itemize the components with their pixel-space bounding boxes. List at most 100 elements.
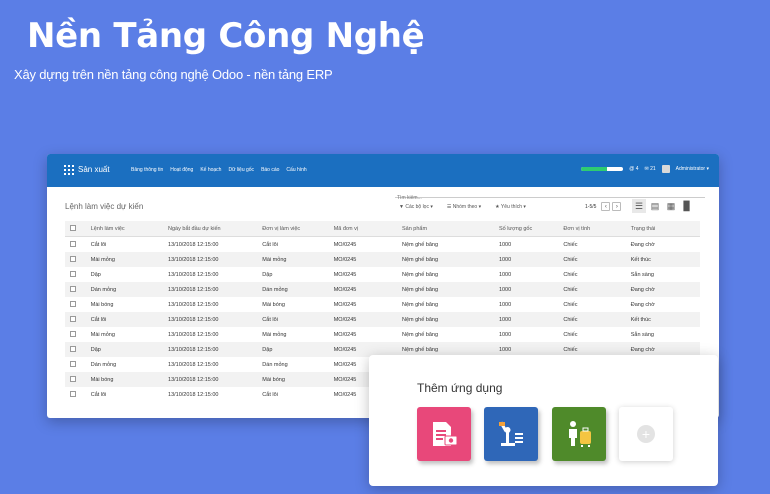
column-header[interactable]: Sản phẩm: [401, 221, 499, 237]
menu-item[interactable]: Dữ liệu gốc: [228, 167, 254, 173]
column-header[interactable]: Đơn vị làm việc: [262, 221, 334, 237]
table-cell: MO/0245: [333, 241, 357, 248]
list-view-icon[interactable]: ☰: [632, 199, 646, 213]
pager-value[interactable]: 1-5/5: [585, 204, 596, 210]
menu-item[interactable]: Báo cáo: [261, 167, 279, 173]
menu-item[interactable]: Hoạt động: [170, 167, 193, 173]
table-cell: MO/0245: [333, 271, 357, 278]
column-header[interactable]: Ngày bắt đầu dự kiến: [168, 221, 263, 237]
add-apps-title: Thêm ứng dụng: [417, 381, 503, 395]
table-cell: Cắt lõi: [262, 312, 334, 327]
table-row[interactable]: Cắt lõi 13/10/2018 12:15:00 Cắt lõi MO/0245…: [65, 237, 700, 253]
travel-app-tile[interactable]: [552, 407, 606, 461]
hero-title: Nền Tảng Công Nghệ: [27, 16, 425, 56]
grid-view-icon[interactable]: ▦: [664, 199, 678, 213]
robot-arm-icon: [499, 421, 523, 446]
app-brand[interactable]: Sản xuất: [78, 165, 110, 174]
group-by-dropdown[interactable]: ☰ Nhóm theo ▾: [447, 204, 481, 210]
notification-count[interactable]: @ 4: [629, 166, 638, 172]
invoice-app-tile[interactable]: [417, 407, 471, 461]
table-row[interactable]: Mài mỏng 13/10/2018 12:15:00 Mài mỏng MO/02…: [65, 327, 700, 342]
row-checkbox[interactable]: [65, 237, 91, 253]
progress-bar: [581, 167, 624, 171]
column-header[interactable]: Trạng thái: [630, 221, 700, 237]
table-cell: 13/10/2018 12:15:00: [168, 372, 263, 387]
table-row[interactable]: Dập 13/10/2018 12:15:00 Dập MO/0245 Nệm ghế …: [65, 267, 700, 282]
table-cell: Mài mỏng: [262, 252, 334, 267]
row-checkbox[interactable]: [65, 342, 91, 357]
table-cell: Cắt lõi: [90, 391, 107, 398]
row-checkbox[interactable]: [65, 357, 91, 372]
chart-view-icon[interactable]: ▉: [680, 199, 694, 213]
pager-prev-button[interactable]: ‹: [601, 202, 611, 211]
filters-dropdown[interactable]: ▼ Các bộ lọc ▾: [399, 204, 433, 210]
row-checkbox[interactable]: [65, 252, 91, 267]
avatar[interactable]: [661, 165, 670, 173]
table-row[interactable]: Mài bóng 13/10/2018 12:15:00 Mài bóng MO/02…: [65, 297, 700, 312]
table-cell: Kết thúc: [630, 312, 700, 327]
column-header[interactable]: Đơn vị tính: [563, 221, 631, 237]
table-cell: 13/10/2018 12:15:00: [168, 361, 219, 368]
table-cell: 13/10/2018 12:15:00: [168, 342, 263, 357]
view-switcher: ☰ ▤ ▦ ▉: [632, 199, 694, 213]
select-all-checkbox[interactable]: [65, 221, 91, 237]
table-cell: Nệm ghế băng: [401, 312, 499, 327]
table-cell: Dập: [262, 271, 273, 278]
menu-item[interactable]: Cấu hình: [286, 167, 306, 173]
table-cell: Nệm ghế băng: [401, 271, 439, 278]
column-header[interactable]: Lệnh làm việc: [90, 221, 169, 237]
pager-next-button[interactable]: ›: [612, 202, 622, 211]
table-cell: Mài mỏng: [262, 331, 287, 338]
table-cell: 13/10/2018 12:15:00: [168, 271, 219, 278]
user-menu[interactable]: Administrator ▾: [676, 166, 709, 172]
hero-subtitle: Xây dựng trên nền tảng công nghệ Odoo - …: [14, 67, 333, 82]
table-cell: Cắt lõi: [90, 312, 169, 327]
search-bar: [395, 186, 709, 201]
row-checkbox[interactable]: [65, 327, 91, 342]
row-checkbox[interactable]: [65, 312, 91, 327]
row-checkbox[interactable]: [65, 372, 91, 387]
table-cell: Nệm ghế băng: [401, 331, 439, 338]
table-cell: 13/10/2018 12:15:00: [168, 391, 219, 398]
main-menu: Bảng thông tin Hoạt động Kế hoạch Dữ liệu g…: [131, 167, 307, 173]
table-cell: 13/10/2018 12:15:00: [168, 301, 219, 308]
messages-count[interactable]: ✉ 21: [644, 166, 655, 172]
table-cell: 1000: [498, 312, 564, 327]
menu-item[interactable]: Kế hoạch: [200, 167, 221, 173]
column-header[interactable]: Mã đơn vị: [333, 221, 402, 237]
row-checkbox[interactable]: [65, 282, 91, 297]
manufacturing-app-tile[interactable]: [484, 407, 538, 461]
table-cell: Chiếc: [563, 271, 578, 278]
table-cell: Chiếc: [563, 282, 631, 297]
table-cell: Chiếc: [563, 312, 631, 327]
table-cell: 13/10/2018 12:15:00: [168, 252, 263, 267]
row-checkbox[interactable]: [65, 267, 91, 282]
table-cell: Đang chờ: [630, 241, 655, 248]
page-title: Lệnh làm việc dự kiến: [65, 202, 144, 211]
table-row[interactable]: Mài mỏng 13/10/2018 12:15:00 Mài mỏng MO/02…: [65, 252, 700, 267]
table-row[interactable]: Cắt lõi 13/10/2018 12:15:00 Cắt lõi MO/0245…: [65, 312, 700, 327]
table-cell: Cắt lõi: [262, 391, 278, 398]
row-checkbox[interactable]: [65, 387, 91, 402]
menu-item[interactable]: Bảng thông tin: [131, 167, 163, 173]
table-cell: Đang chờ: [630, 301, 655, 308]
add-app-tile[interactable]: +: [619, 407, 673, 461]
app-menu-icon[interactable]: [64, 165, 74, 175]
table-cell: MO/0245: [333, 252, 402, 267]
table-cell: 13/10/2018 12:15:00: [168, 312, 263, 327]
table-cell: Dán mỏng: [90, 282, 169, 297]
table-cell: Chiếc: [563, 241, 578, 248]
document-money-icon: [433, 422, 458, 446]
table-row[interactable]: Dán mỏng 13/10/2018 12:15:00 Dán mỏng MO/02…: [65, 282, 700, 297]
table-cell: Dán mỏng: [262, 361, 288, 368]
table-cell: Mài mỏng: [90, 252, 169, 267]
traveler-luggage-icon: [569, 421, 591, 447]
favorites-dropdown[interactable]: ★ Yêu thích ▾: [495, 204, 526, 210]
table-cell: 13/10/2018 12:15:00: [168, 241, 219, 248]
table-cell: Kết thúc: [630, 252, 700, 267]
table-cell: 1000: [498, 301, 512, 308]
calendar-view-icon[interactable]: ▤: [648, 199, 662, 213]
table-cell: Nệm ghế băng: [401, 301, 439, 308]
column-header[interactable]: Số lượng gốc: [498, 221, 564, 237]
row-checkbox[interactable]: [65, 297, 91, 312]
